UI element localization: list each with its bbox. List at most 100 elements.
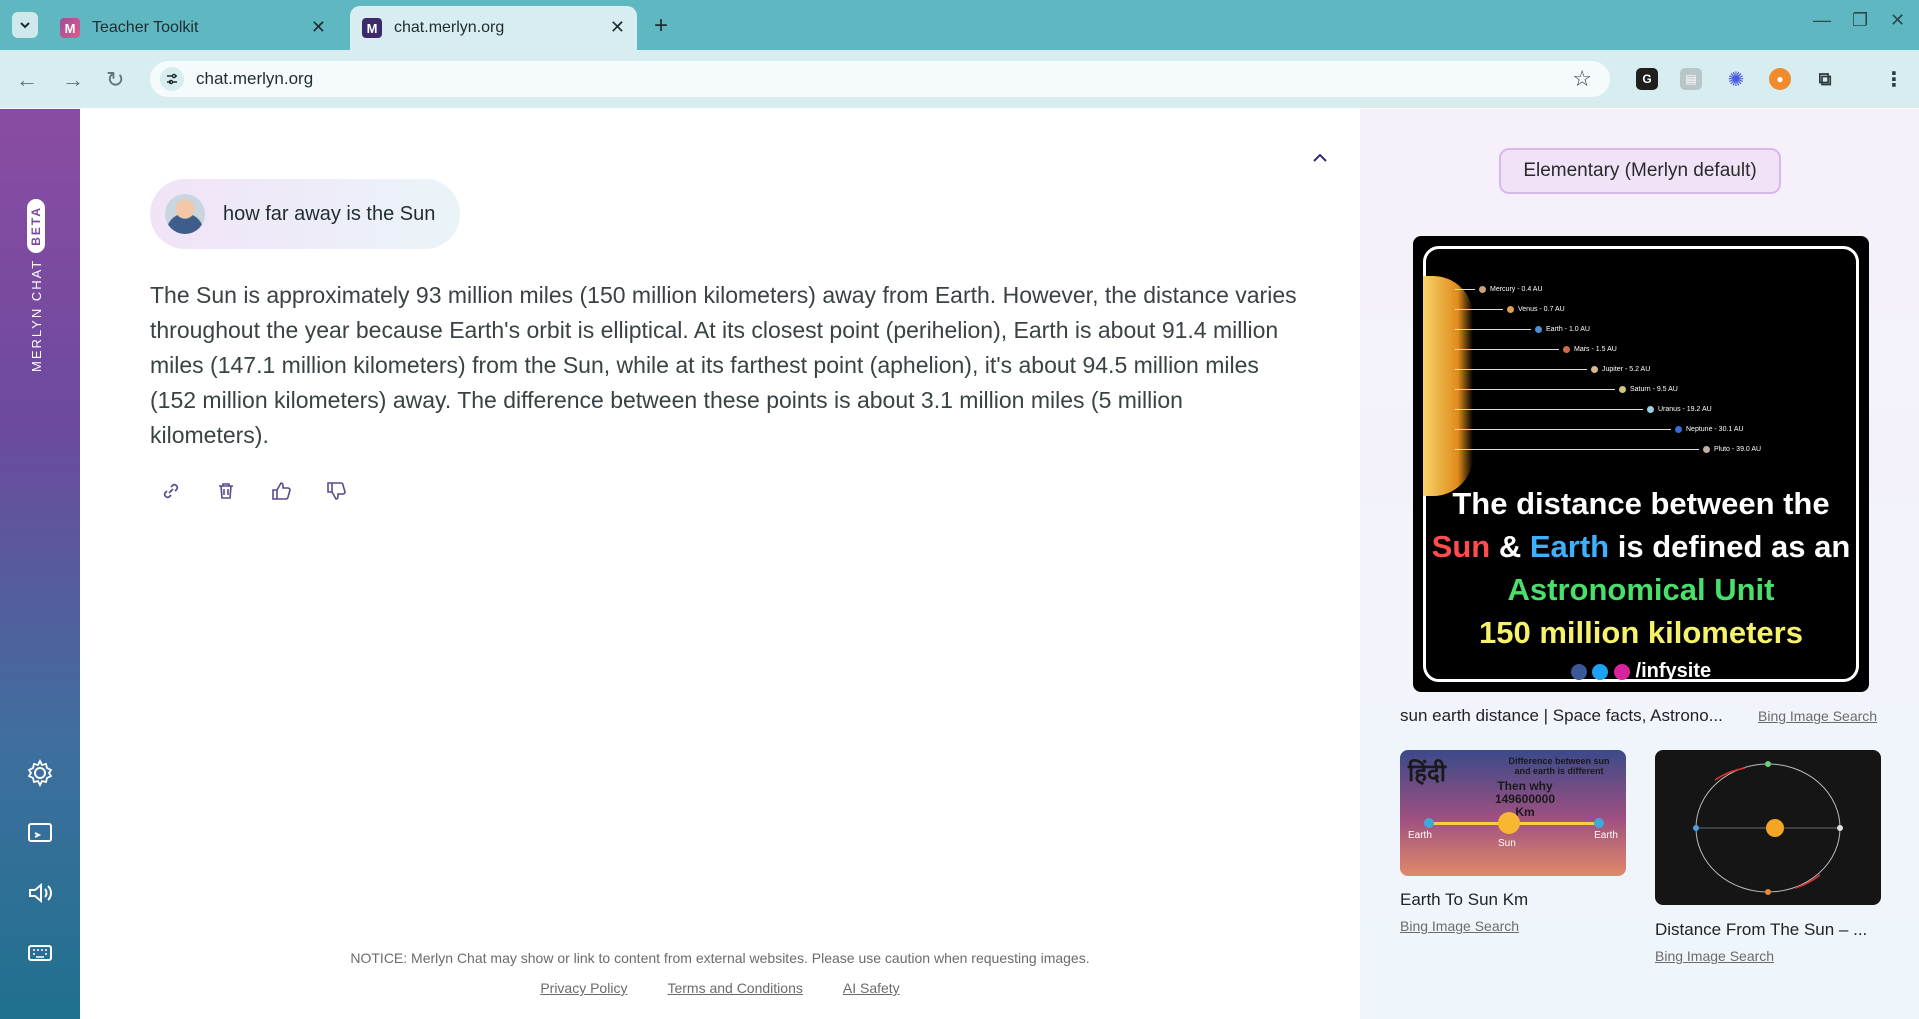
sun-label: Sun xyxy=(1498,838,1516,849)
planet-row: Mars - 1.5 AU xyxy=(1455,346,1617,353)
beta-badge: BETA xyxy=(27,198,45,253)
merlyn-favicon-icon: M xyxy=(362,18,382,38)
planet-dot xyxy=(1535,326,1542,333)
back-arrow-icon[interactable]: ← xyxy=(16,67,38,93)
avatar xyxy=(165,194,205,234)
bing-source-link[interactable]: Bing Image Search xyxy=(1400,918,1519,934)
planet-row: Jupiter - 5.2 AU xyxy=(1455,366,1650,373)
orbit-diagram xyxy=(1693,761,1843,895)
tab-search-button[interactable] xyxy=(12,12,38,38)
thumbnail-caption[interactable]: Earth To Sun Km xyxy=(1400,890,1528,910)
thumbs-up-icon[interactable] xyxy=(270,480,292,502)
distance-arrow xyxy=(1455,449,1699,450)
address-bar[interactable]: chat.merlyn.org ☆ xyxy=(150,61,1610,97)
distance-arrow xyxy=(1455,369,1587,370)
defined-word: is defined as an xyxy=(1609,529,1851,564)
planet-row: Neptune - 30.1 AU xyxy=(1455,426,1744,433)
planet-dot xyxy=(1591,366,1598,373)
question-line2: 149600000 xyxy=(1494,792,1556,806)
thumbs-down-icon[interactable] xyxy=(325,480,347,502)
planet-dot xyxy=(1619,386,1626,393)
document-extension-icon[interactable]: ▤ xyxy=(1680,68,1702,90)
amp-word: & xyxy=(1490,529,1530,564)
close-icon[interactable]: ✕ xyxy=(311,17,326,38)
planet-label: Mercury - 0.4 AU xyxy=(1490,286,1543,293)
speaker-icon[interactable] xyxy=(24,877,56,909)
planet-row: Venus - 0.7 AU xyxy=(1455,306,1565,313)
grammarly-extension-icon[interactable]: G xyxy=(1636,68,1658,90)
site-settings-icon[interactable] xyxy=(160,67,184,91)
reload-icon[interactable]: ↻ xyxy=(106,67,124,93)
image-caption[interactable]: sun earth distance | Space facts, Astron… xyxy=(1400,706,1740,726)
close-icon[interactable]: ✕ xyxy=(610,17,625,38)
planet-dot xyxy=(1479,286,1486,293)
hindi-label: हिंदी xyxy=(1408,760,1446,787)
distance-from-sun-thumbnail[interactable] xyxy=(1655,750,1881,905)
sun-earth-distance-image[interactable]: Mercury - 0.4 AU Venus - 0.7 AU Earth - 1.… xyxy=(1413,236,1869,692)
distance-arrow xyxy=(1455,349,1559,350)
close-window-icon[interactable]: ✕ xyxy=(1890,10,1905,31)
asterisk-extension-icon[interactable]: ✺ xyxy=(1725,68,1747,91)
earth-dot-left xyxy=(1424,818,1434,828)
earth-label-left: Earth xyxy=(1408,830,1432,841)
tab-chat-merlyn[interactable]: M chat.merlyn.org ✕ xyxy=(350,6,637,50)
planet-label: Jupiter - 5.2 AU xyxy=(1602,366,1651,373)
planet-row: Earth - 1.0 AU xyxy=(1455,326,1590,333)
forward-arrow-icon[interactable]: → xyxy=(62,67,84,93)
tab-teacher-toolkit[interactable]: M Teacher Toolkit ✕ xyxy=(48,6,338,50)
orange-extension-icon[interactable]: ● xyxy=(1769,68,1791,90)
planet-label: Uranus - 19.2 AU xyxy=(1658,406,1712,413)
planet-dot xyxy=(1647,406,1654,413)
extensions-puzzle-icon[interactable]: ⧉ xyxy=(1814,68,1836,90)
external-content-notice: NOTICE: Merlyn Chat may show or link to … xyxy=(350,950,1090,966)
user-prompt-bubble: how far away is the Sun xyxy=(150,179,460,249)
app-sidebar: MERLYN CHAT BETA xyxy=(0,109,80,1019)
new-tab-plus-icon[interactable]: + xyxy=(654,12,668,40)
footer-links: Privacy Policy Terms and Conditions AI S… xyxy=(80,980,1360,996)
planet-dot xyxy=(1563,346,1570,353)
terms-link[interactable]: Terms and Conditions xyxy=(667,980,802,996)
thumb-question: Then why 149600000 Km xyxy=(1470,780,1580,819)
distance-arrow xyxy=(1455,329,1531,330)
planet-label: Neptune - 30.1 AU xyxy=(1686,426,1744,433)
bookmark-star-icon[interactable]: ☆ xyxy=(1572,66,1592,92)
brand-text: MERLYN CHAT xyxy=(28,258,44,372)
note-line1: Difference between sun xyxy=(1508,756,1610,766)
cast-icon[interactable] xyxy=(24,817,56,849)
image-text-line3: Astronomical Unit xyxy=(1507,572,1775,607)
reading-level-button[interactable]: Elementary (Merlyn default) xyxy=(1499,148,1781,194)
distance-arrow xyxy=(1455,289,1475,290)
more-menu-icon[interactable]: ⋮ xyxy=(1883,68,1905,91)
user-prompt-text: how far away is the Sun xyxy=(223,202,436,225)
earth-word: Earth xyxy=(1529,529,1610,564)
link-icon[interactable] xyxy=(160,480,182,502)
merlyn-favicon-icon: M xyxy=(60,18,80,38)
minimize-icon[interactable]: — xyxy=(1813,10,1831,31)
planet-label: Venus - 0.7 AU xyxy=(1518,306,1565,313)
sun-dot xyxy=(1498,812,1520,834)
distance-arrow xyxy=(1455,309,1503,310)
planet-row: Mercury - 0.4 AU xyxy=(1455,286,1543,293)
planet-dot xyxy=(1703,446,1710,453)
privacy-policy-link[interactable]: Privacy Policy xyxy=(540,980,627,996)
chevron-up-icon[interactable] xyxy=(1312,148,1328,169)
gear-icon[interactable] xyxy=(24,757,56,789)
distance-arrow xyxy=(1455,409,1643,410)
image-text-line4: 150 million kilometers xyxy=(1479,615,1803,650)
ai-safety-link[interactable]: AI Safety xyxy=(843,980,900,996)
planet-label: Pluto - 39.0 AU xyxy=(1714,446,1762,453)
image-social-handle: /infysite xyxy=(1413,660,1869,683)
planet-dot xyxy=(1507,306,1514,313)
assistant-answer: The Sun is approximately 93 million mile… xyxy=(150,282,1297,448)
bing-source-link[interactable]: Bing Image Search xyxy=(1758,708,1877,724)
trash-icon[interactable] xyxy=(215,480,237,502)
keyboard-icon[interactable] xyxy=(24,937,56,969)
bing-source-link[interactable]: Bing Image Search xyxy=(1655,948,1774,964)
earth-to-sun-thumbnail[interactable]: हिंदी Difference between sun and earth is… xyxy=(1400,750,1626,876)
planet-label: Earth - 1.0 AU xyxy=(1546,326,1590,333)
instagram-icon xyxy=(1613,663,1630,680)
restore-icon[interactable]: ❐ xyxy=(1852,10,1868,31)
earth-label-right: Earth xyxy=(1594,830,1618,841)
thumbnail-caption[interactable]: Distance From The Sun – ... xyxy=(1655,920,1881,940)
handle-text: /infysite xyxy=(1635,660,1712,682)
